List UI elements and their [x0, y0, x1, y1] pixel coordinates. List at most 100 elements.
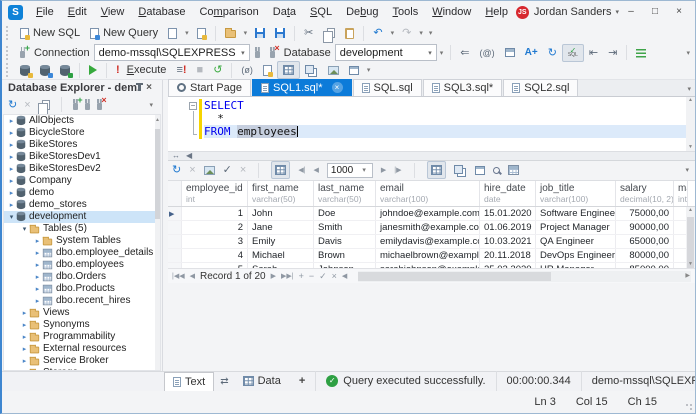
splitter-handle-icon[interactable]: ↔: [172, 151, 180, 160]
last-record-icon[interactable]: ▶▶|: [281, 272, 294, 280]
results-overflow-caret-icon[interactable]: ▾: [685, 166, 691, 174]
column-header-last-name[interactable]: last_namevarchar(50): [314, 181, 376, 206]
tree-item-bicyclestore[interactable]: ▸BicycleStore: [4, 127, 160, 139]
font-increase-button[interactable]: A+: [520, 44, 543, 62]
cell-job-title[interactable]: DevOps Engineer: [536, 249, 616, 262]
cell-first-name[interactable]: Sarah: [248, 263, 314, 269]
tab-start-page[interactable]: Start Page: [168, 79, 251, 96]
tree-item-tables-5[interactable]: ▾Tables (5): [4, 223, 160, 235]
connection-select[interactable]: demo-mssql\SQLEXPRESS ▾: [94, 44, 250, 61]
cell-hire-date[interactable]: 25.02.2020: [480, 263, 536, 269]
database-select[interactable]: development ▾: [335, 44, 437, 61]
paging-mode-button[interactable]: [271, 161, 290, 179]
connect-button[interactable]: [250, 44, 265, 62]
column-header-salary[interactable]: salarydecimal(10, 2): [616, 181, 674, 206]
code-fold-icon[interactable]: −: [189, 102, 197, 110]
tree-item-dbo-products[interactable]: ▸dbo.Products: [4, 283, 160, 295]
query-plan-button[interactable]: (ø): [236, 61, 258, 79]
redo-caret-icon[interactable]: ▾: [416, 29, 426, 37]
app-logo-icon[interactable]: S: [8, 5, 23, 20]
column-header-email[interactable]: emailvarchar(100): [376, 181, 480, 206]
tree-item-programmability[interactable]: ▸Programmability: [4, 331, 160, 343]
cancel-edit-icon[interactable]: ×: [332, 271, 337, 281]
horizontal-splitter[interactable]: ↔ ◀: [168, 151, 695, 161]
menu-item-view[interactable]: View: [94, 1, 132, 23]
minimize-button[interactable]: –: [619, 1, 643, 23]
tab-sql3-sql[interactable]: SQL3.sql*: [423, 79, 503, 96]
chevron-right-icon[interactable]: ▸: [20, 321, 29, 329]
chevron-right-icon[interactable]: ▸: [33, 249, 42, 257]
search-icon[interactable]: [493, 167, 500, 174]
table-row[interactable]: 2JaneSmithjanesmith@example.com01.06.201…: [168, 221, 695, 235]
cell-email[interactable]: janesmith@example.com: [376, 221, 480, 234]
connect-icon[interactable]: [85, 103, 90, 110]
tree-item-dbo-orders[interactable]: ▸dbo.Orders: [4, 271, 160, 283]
outdent-button[interactable]: ⇤: [584, 44, 603, 62]
history-button[interactable]: ↺: [208, 61, 227, 79]
menu-item-database[interactable]: Database: [131, 1, 192, 23]
tree-item-synonyms[interactable]: ▸Synonyms: [4, 319, 160, 331]
cell-first-name[interactable]: Emily: [248, 235, 314, 248]
collapse-left-icon[interactable]: ◀: [342, 272, 347, 280]
splitter-collapse-icon[interactable]: ◀: [186, 151, 192, 160]
chevron-right-icon[interactable]: ▸: [7, 165, 16, 173]
scroll-up-icon[interactable]: ▲: [688, 97, 693, 103]
tree-item-allobjects[interactable]: ▸AllObjects: [4, 115, 160, 127]
cancel-icon[interactable]: ×: [189, 163, 195, 177]
sql-editor[interactable]: − SELECT *FROM employees ▲▼: [168, 97, 695, 151]
menu-item-file[interactable]: File: [29, 1, 61, 23]
chevron-right-icon[interactable]: ▸: [33, 297, 42, 305]
delete-icon[interactable]: ×: [24, 98, 30, 112]
grid-vertical-scrollbar[interactable]: ▲ ▼: [686, 207, 695, 269]
menu-item-tools[interactable]: Tools: [386, 1, 426, 23]
chevron-right-icon[interactable]: ▸: [7, 129, 16, 137]
chevron-right-icon[interactable]: ▸: [7, 201, 16, 209]
send-results-button[interactable]: [344, 61, 364, 79]
prev-page-icon[interactable]: ◀: [314, 166, 319, 174]
redo-button[interactable]: ↷: [397, 24, 416, 42]
refresh-schema-button[interactable]: ↻: [543, 44, 562, 62]
cell-salary[interactable]: 75000,00: [616, 207, 674, 220]
cell-salary[interactable]: 80000,00: [616, 249, 674, 262]
indent-button[interactable]: ⇥: [603, 44, 622, 62]
disconnect-button[interactable]: [265, 44, 280, 62]
toolbar-overflow-caret-icon[interactable]: ▾: [683, 49, 693, 57]
table-row[interactable]: 3EmilyDavisemilydavis@example.com10.03.2…: [168, 235, 695, 249]
refresh-results-icon[interactable]: ↻: [172, 163, 181, 177]
scroll-right-icon[interactable]: ▶: [685, 272, 690, 279]
toolbar-grip[interactable]: [6, 26, 11, 40]
chevron-right-icon[interactable]: ▸: [20, 369, 29, 371]
pivot-view-icon[interactable]: [475, 166, 485, 175]
new-document-caret-icon[interactable]: ▾: [182, 29, 192, 37]
database-caret-icon[interactable]: ▾: [423, 49, 432, 57]
next-page-icon[interactable]: ▶: [381, 166, 386, 174]
undo-button[interactable]: ↶: [368, 24, 387, 42]
rollback-icon[interactable]: ×: [240, 163, 246, 177]
tree-item-views[interactable]: ▸Views: [4, 307, 160, 319]
tree-item-bikestoresdev1[interactable]: ▸BikeStoresDev1: [4, 151, 160, 163]
cell-hire-date[interactable]: 10.03.2021: [480, 235, 536, 248]
card-view-icon[interactable]: [454, 165, 463, 174]
cell-email[interactable]: michaelbrown@example.com: [376, 249, 480, 262]
scroll-thumb[interactable]: [155, 129, 160, 219]
new-connection-icon[interactable]: [73, 103, 78, 110]
swap-view-icon[interactable]: ⇄: [214, 376, 234, 387]
tab-sql1-sql[interactable]: SQL1.sql*×: [252, 79, 352, 96]
menu-item-debug[interactable]: Debug: [339, 1, 385, 23]
cell-employee-id[interactable]: 3: [182, 235, 248, 248]
close-tab-icon[interactable]: ×: [332, 82, 343, 93]
tab-sql2-sql[interactable]: SQL2.sql: [503, 79, 578, 96]
export-results-button[interactable]: [258, 61, 277, 79]
last-page-icon[interactable]: |▶: [394, 166, 401, 174]
tree-item-dbo-employee-details[interactable]: ▸dbo.employee_details: [4, 247, 160, 259]
user-avatar[interactable]: JS: [516, 6, 529, 19]
close-button[interactable]: ×: [667, 1, 691, 23]
chevron-right-icon[interactable]: ▸: [20, 309, 29, 317]
scroll-thumb[interactable]: [358, 272, 551, 281]
cell-last-name[interactable]: Davis: [314, 235, 376, 248]
cell-job-title[interactable]: HR Manager: [536, 263, 616, 269]
cell-employee-id[interactable]: 1: [182, 207, 248, 220]
cell-first-name[interactable]: John: [248, 207, 314, 220]
add-result-tab-button[interactable]: +: [289, 375, 315, 387]
chevron-down-icon[interactable]: ▾: [7, 213, 16, 221]
